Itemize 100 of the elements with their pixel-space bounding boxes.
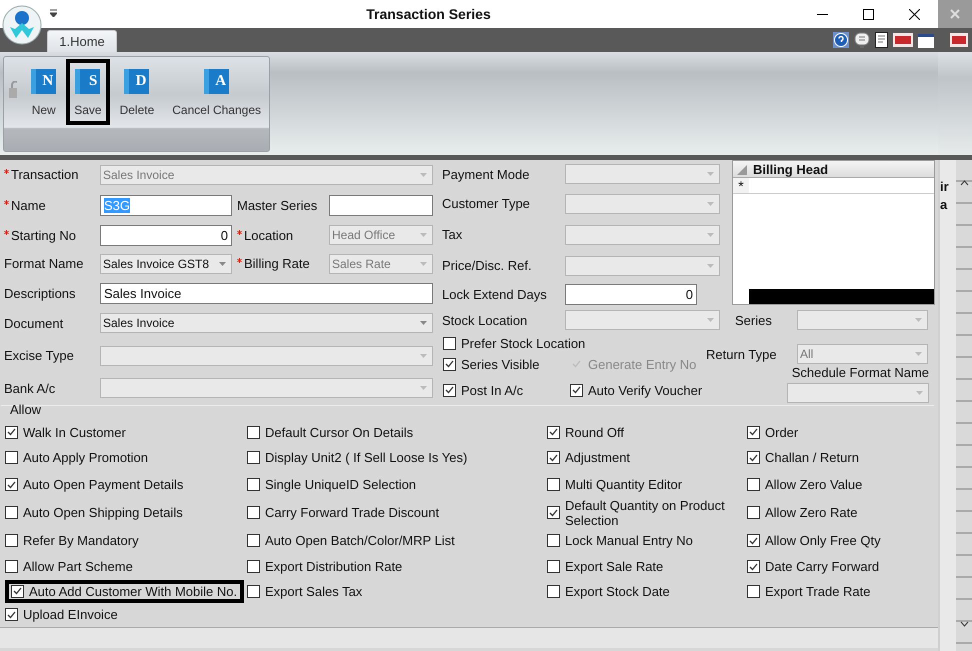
close-icon: [909, 8, 920, 20]
checkbox[interactable]: [5, 426, 18, 438]
column-header: Billing Head: [753, 162, 828, 176]
dropdown[interactable]: Sales Invoice GST8: [100, 254, 232, 274]
vertical-scrollbar[interactable]: [956, 160, 972, 651]
checkbox[interactable]: [547, 534, 560, 547]
checkbox[interactable]: [443, 384, 456, 396]
checkbox-label: Round Off: [565, 424, 624, 440]
ribbon-tab[interactable]: 1.Home: [47, 30, 117, 52]
checkbox[interactable]: [747, 506, 760, 519]
checkbox[interactable]: [747, 426, 760, 438]
dropdown-arrow-icon: [420, 321, 427, 325]
checkbox-label: Allow Zero Value: [765, 477, 862, 492]
checkbox[interactable]: [247, 534, 260, 547]
checkbox[interactable]: [547, 426, 560, 438]
input-field[interactable]: Sales Invoice: [100, 282, 433, 304]
checkbox[interactable]: [747, 451, 760, 464]
checkbox[interactable]: [247, 584, 260, 598]
checkbox[interactable]: [547, 584, 560, 598]
chevron-up-icon[interactable]: [960, 180, 968, 186]
field-label: Bank A/c: [4, 380, 56, 396]
checkbox-label: Export Stock Date: [565, 584, 670, 598]
dropdown-arrow-icon: [915, 318, 922, 322]
horizontal-scrollbar[interactable]: [0, 627, 938, 648]
cut-off-text: ir: [940, 178, 949, 196]
checkbox[interactable]: [5, 451, 18, 464]
toolbar-button[interactable]: N New: [23, 59, 64, 125]
checkbox-label: Allow Only Free Qty: [765, 533, 881, 548]
dropdown-arrow-icon: [219, 262, 226, 266]
checkbox[interactable]: [11, 584, 24, 598]
checkbox[interactable]: [547, 560, 560, 573]
field-label: Location: [244, 228, 294, 242]
chevron-down-icon[interactable]: [960, 621, 968, 627]
input-field[interactable]: 0: [100, 224, 232, 246]
checkbox[interactable]: [747, 560, 760, 573]
checkbox[interactable]: [5, 506, 18, 519]
exit-sign-icon[interactable]: [950, 33, 968, 47]
input-field[interactable]: [329, 194, 433, 216]
field-label: Name: [11, 198, 46, 212]
checkbox[interactable]: [547, 478, 560, 491]
checkbox[interactable]: [5, 478, 18, 491]
new-row-marker: *: [733, 178, 749, 193]
checkbox[interactable]: [5, 534, 18, 547]
letter-tile-icon: D: [124, 69, 150, 94]
field-label: Schedule Format Name: [792, 365, 929, 380]
checkbox[interactable]: [547, 506, 560, 519]
checkbox[interactable]: [747, 534, 760, 547]
checkbox-label: Prefer Stock Location: [461, 336, 586, 350]
toolbar-button[interactable]: S Save: [66, 59, 110, 125]
checkbox[interactable]: [747, 584, 760, 598]
dropdown-arrow-icon: [420, 233, 427, 237]
checkbox[interactable]: [443, 358, 456, 370]
checkbox-label: Series Visible: [461, 356, 540, 372]
checkbox[interactable]: [5, 560, 18, 573]
toolbar-button[interactable]: A Cancel Changes: [164, 59, 269, 125]
dropdown[interactable]: Sales Invoice: [100, 313, 433, 333]
checkbox-label: Challan / Return: [765, 450, 859, 465]
field-label: Customer Type: [441, 196, 530, 211]
document-icon[interactable]: [875, 32, 888, 48]
checkbox[interactable]: [247, 478, 260, 491]
scrollbar[interactable]: [749, 289, 934, 304]
toolbar-button[interactable]: D Delete: [112, 59, 162, 125]
checkbox[interactable]: [443, 336, 456, 350]
cut-off-text: a: [940, 196, 948, 214]
quick-access-menu-icon[interactable]: [50, 9, 57, 17]
checkbox[interactable]: [247, 506, 260, 519]
checkbox-label: Generate Entry No: [588, 356, 696, 372]
letter-tile-icon: S: [75, 69, 100, 94]
window-icon[interactable]: [918, 32, 936, 48]
exit-sign-icon[interactable]: [893, 33, 913, 47]
field-label: Master Series: [237, 198, 318, 212]
field-label: Transaction: [11, 167, 78, 182]
field-label: Excise Type: [4, 348, 74, 363]
checkbox[interactable]: [747, 478, 760, 491]
monitor-icon[interactable]: [854, 32, 870, 48]
checkbox-label: Export Trade Rate: [765, 584, 870, 598]
dropdown-arrow-icon: [420, 354, 427, 358]
dropdown-arrow-icon: [707, 232, 714, 236]
checkbox-label: Refer By Mandatory: [23, 533, 139, 548]
dropdown-arrow-icon: [915, 352, 922, 356]
checkbox-label: Carry Forward Trade Discount: [265, 505, 440, 520]
checkbox-label: Adjustment: [565, 450, 630, 465]
input-field[interactable]: 0: [565, 284, 697, 304]
help-icon[interactable]: [833, 32, 849, 48]
checkbox[interactable]: [247, 426, 260, 438]
data-grid[interactable]: Billing Head *: [732, 160, 935, 305]
window-title: Transaction Series: [366, 6, 491, 22]
letter-tile-icon: A: [204, 69, 230, 94]
checkbox-label: Export Distribution Rate: [265, 559, 402, 574]
checkbox[interactable]: [5, 608, 18, 621]
checkbox[interactable]: [247, 451, 260, 464]
checkbox-label: Allow Zero Rate: [765, 505, 858, 520]
field-label: Descriptions: [4, 286, 76, 300]
checkbox-label: Allow Part Scheme: [23, 559, 133, 574]
dropdown-arrow-icon: [707, 318, 714, 322]
letter-tile-icon: N: [31, 69, 56, 94]
checkbox[interactable]: [547, 451, 560, 464]
checkbox[interactable]: [247, 560, 260, 573]
checkbox[interactable]: [570, 384, 583, 396]
dropdown-arrow-icon: [420, 386, 427, 390]
